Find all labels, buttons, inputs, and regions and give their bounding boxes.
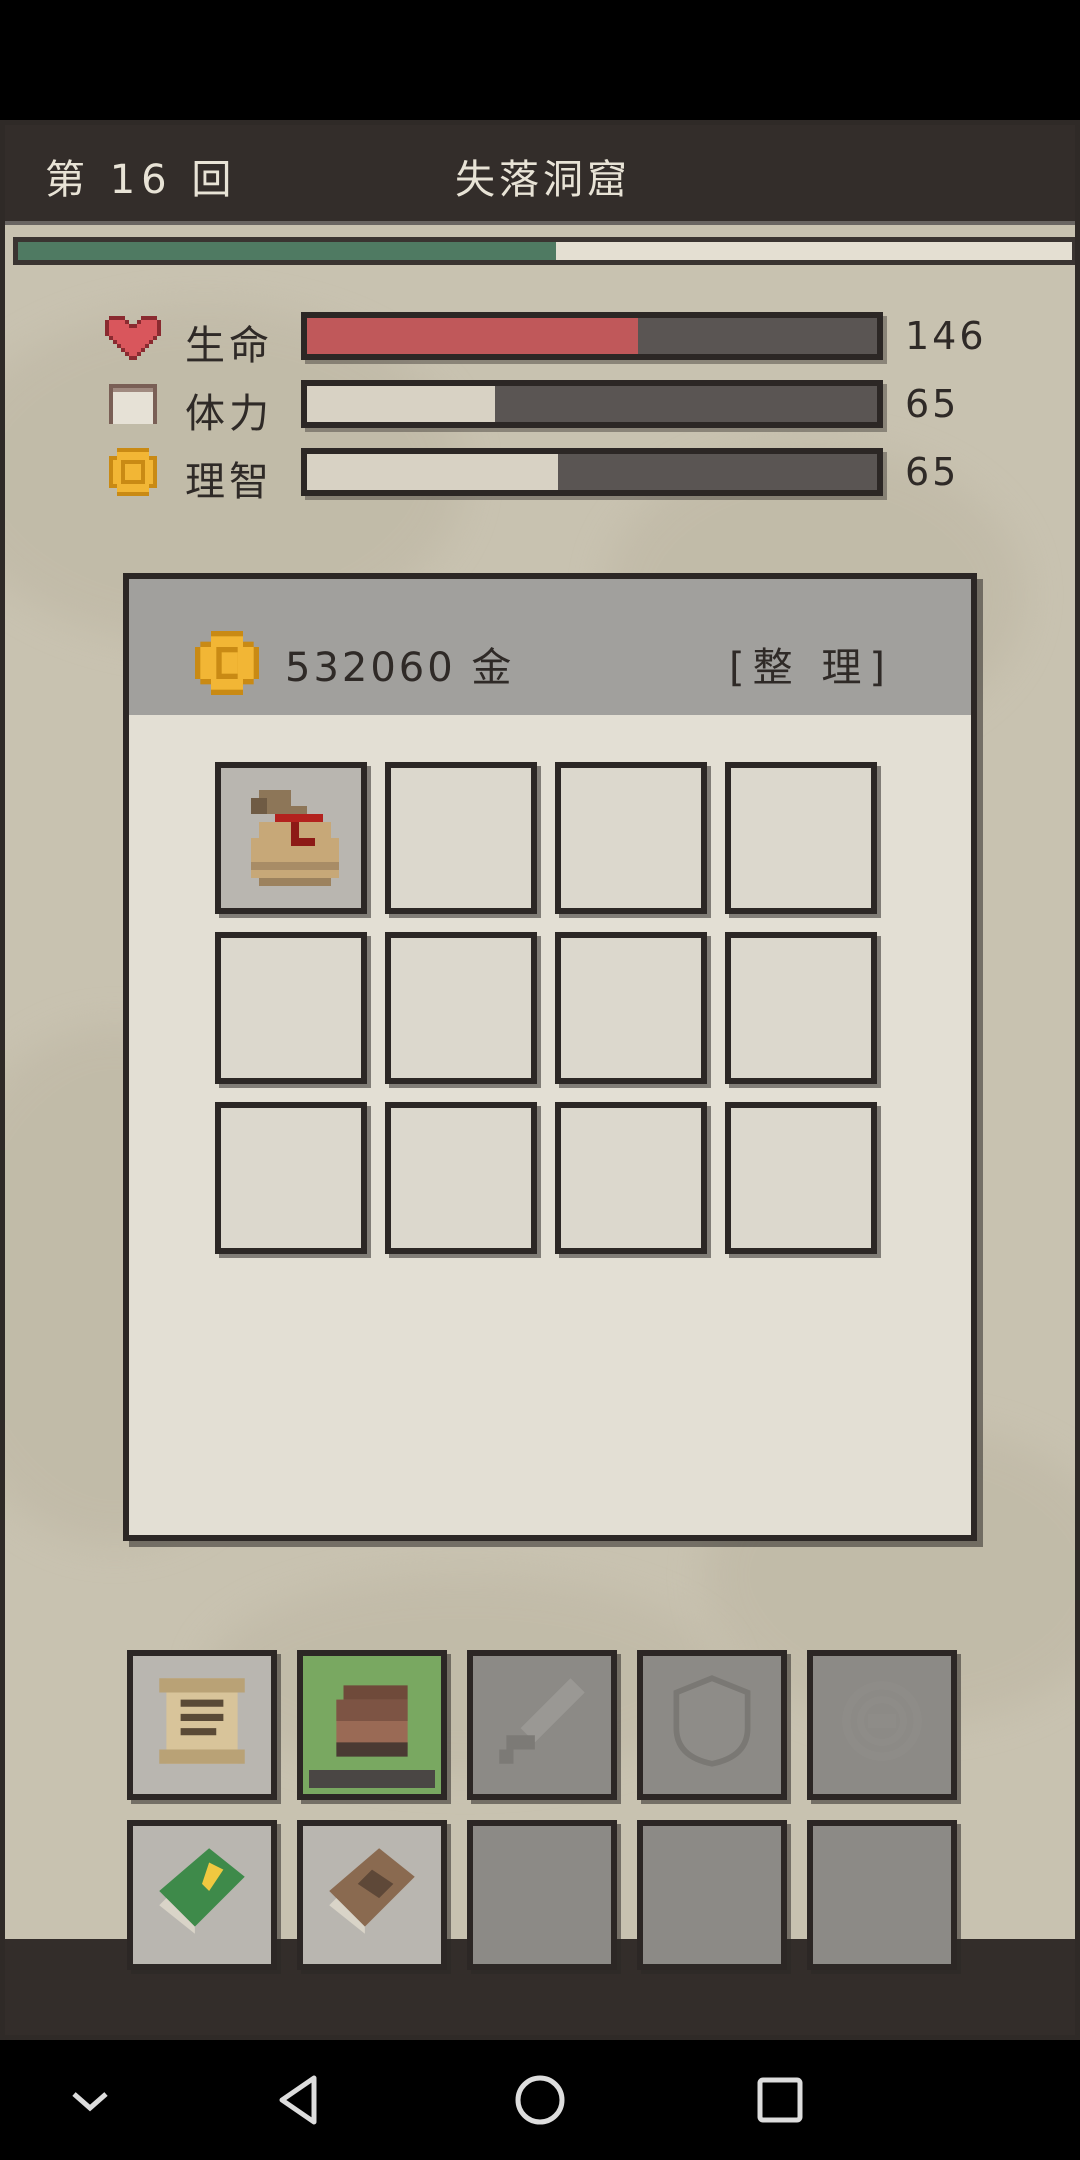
inventory-slot-empty[interactable]: [385, 762, 537, 914]
stat-value-sanity: 65: [905, 450, 960, 494]
scroll-icon: [145, 1664, 259, 1778]
stat-label-stamina: 体力: [185, 391, 273, 437]
stat-row-sanity: 理智 65: [105, 437, 1005, 507]
tab-scroll-icon[interactable]: [127, 1650, 277, 1800]
shield-icon: [655, 1664, 769, 1778]
level-progress-bar: [13, 237, 1075, 265]
loot-bag-icon: [227, 774, 355, 902]
location-name: 失落洞窟: [455, 157, 631, 203]
stamina-icon: [109, 384, 157, 424]
stat-label-health: 生命: [185, 323, 273, 369]
stat-value-stamina: 65: [905, 382, 960, 426]
level-progress-fill: [18, 242, 556, 260]
inventory-slot-filled[interactable]: [215, 762, 367, 914]
back-icon[interactable]: [260, 2060, 340, 2140]
tab-green-book-icon[interactable]: [127, 1820, 277, 1970]
system-nav-bar: [0, 2040, 1080, 2160]
sanity-bar-fill: [307, 454, 558, 490]
stat-row-stamina: 体力 65: [105, 369, 1005, 439]
tab-sword-icon[interactable]: [467, 1650, 617, 1800]
health-bar-fill: [307, 318, 638, 354]
inventory-panel: 532060 金 [整 理]: [123, 573, 977, 1541]
inventory-slot-empty[interactable]: [385, 932, 537, 1084]
tab-empty[interactable]: [807, 1820, 957, 1970]
inventory-slot-empty[interactable]: [725, 762, 877, 914]
backpack-icon: [315, 1664, 429, 1778]
tab-brown-book-icon[interactable]: [297, 1820, 447, 1970]
tab-empty[interactable]: [637, 1820, 787, 1970]
home-icon[interactable]: [500, 2060, 580, 2140]
sword-icon: [485, 1664, 599, 1778]
inventory-slot-empty[interactable]: [555, 762, 707, 914]
recents-icon[interactable]: [740, 2060, 820, 2140]
stamina-bar: [301, 380, 883, 428]
inventory-slot-empty[interactable]: [555, 932, 707, 1084]
inventory-slot-empty[interactable]: [725, 1102, 877, 1254]
round-counter: 第 16 回: [45, 157, 238, 203]
green-book-icon: [145, 1834, 259, 1948]
game-screen: 第 16 回 失落洞窟 生命 146 体力 65 理智 65 532060 金 …: [0, 120, 1080, 2040]
inventory-slot-empty[interactable]: [215, 1102, 367, 1254]
inventory-slot-empty[interactable]: [215, 932, 367, 1084]
sanity-coin-icon: [109, 448, 157, 496]
inventory-slot-empty[interactable]: [385, 1102, 537, 1254]
inventory-grid: [129, 579, 971, 1535]
tab-empty[interactable]: [467, 1820, 617, 1970]
inventory-slot-empty[interactable]: [725, 932, 877, 1084]
heart-icon: [105, 316, 161, 360]
title-bar: 第 16 回 失落洞窟: [5, 125, 1075, 225]
tab-shield-icon[interactable]: [637, 1650, 787, 1800]
sanity-bar: [301, 448, 883, 496]
health-bar: [301, 312, 883, 360]
collapse-icon[interactable]: [50, 2060, 130, 2140]
inventory-slot-empty[interactable]: [555, 1102, 707, 1254]
stat-value-health: 146: [905, 314, 987, 358]
stat-label-sanity: 理智: [185, 459, 273, 505]
brown-book-icon: [315, 1834, 429, 1948]
ring-icon: [825, 1664, 939, 1778]
tab-backpack-icon[interactable]: [297, 1650, 447, 1800]
stamina-bar-fill: [307, 386, 496, 422]
stat-row-health: 生命 146: [105, 301, 1005, 371]
tab-ring-icon[interactable]: [807, 1650, 957, 1800]
